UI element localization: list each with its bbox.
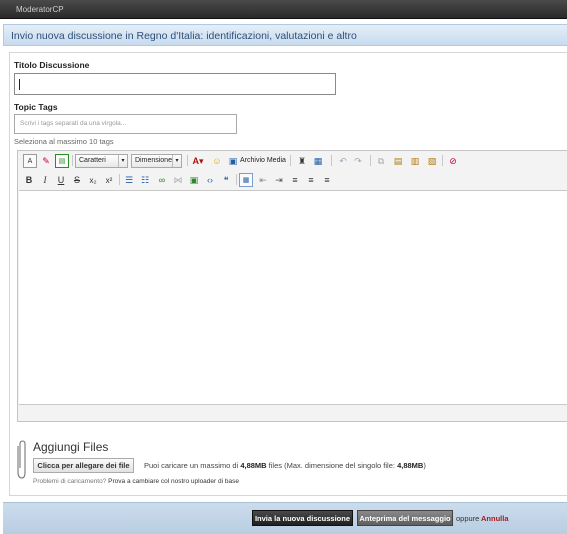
indent-icon[interactable]: ⇥ [272,173,286,187]
font-color-icon[interactable]: A▾ [191,154,205,168]
italic-icon[interactable]: I [38,173,52,187]
tags-input[interactable]: Scrivi i tags separati da una virgola... [14,114,237,134]
page-title: Invio nuova discussione in Regno d'Itali… [11,30,357,42]
paste-word-icon[interactable]: ▧ [425,154,439,168]
chevron-down-icon: ▾ [172,155,181,167]
rich-text-editor: A ✎ ▤ Caratteri ▾ Dimensione ▾ A▾ ☺ ▣ Arch… [17,150,567,422]
quote-icon[interactable]: ❝ [219,173,233,187]
basic-uploader-link[interactable]: Prova a cambiare col nostro uploader di … [108,478,239,485]
smiley-icon[interactable]: ☺ [210,154,224,168]
table-icon[interactable]: ▦ [311,154,325,168]
link-icon[interactable]: ∞ [155,173,169,187]
editor-toolbar-top: A ✎ ▤ Caratteri ▾ Dimensione ▾ A▾ ☺ ▣ Arch… [18,151,567,170]
toolbar-separator [236,174,237,185]
media-icon[interactable]: ▣ [226,154,240,168]
bold-icon[interactable]: B [22,173,36,187]
numbered-list-icon[interactable]: ☰ [122,173,136,187]
align-right-icon[interactable]: ≡ [320,173,334,187]
size-select[interactable]: Dimensione ▾ [131,154,182,168]
remove-format-icon[interactable]: A [23,154,37,168]
editor-toolbar-bottom: B I U S x₂ x² ☰ ☷ ∞ ⋈ ▣ ‹› ❝ ▦ ⇤ ⇥ ≡ ≡ ≡ [18,171,567,190]
code-icon[interactable]: ♜ [295,154,309,168]
preview-button[interactable]: Anteprima del messaggio [357,510,453,526]
upload-problems-text: Problemi di caricamento? Prova a cambiar… [33,478,239,485]
tags-hint: Seleziona al massimo 10 tags [14,137,114,146]
toolbar-separator [187,155,188,166]
media-archive-button[interactable]: Archivio Media [240,157,286,164]
outdent-icon[interactable]: ⇤ [256,173,270,187]
toolbar-separator [119,174,120,185]
text-caret [19,79,20,90]
unlink-icon[interactable]: ⋈ [171,173,185,187]
strikethrough-icon[interactable]: S [70,173,84,187]
attach-files-button[interactable]: Clicca per allegare dei file [33,458,134,473]
superscript-icon[interactable]: x² [102,173,116,187]
table-insert-icon[interactable]: ▦ [239,173,253,187]
underline-icon[interactable]: U [54,173,68,187]
title-input[interactable] [14,73,336,95]
zoom-icon[interactable]: ⊘ [446,154,460,168]
tags-placeholder: Scrivi i tags separati da una virgola... [20,120,127,127]
submit-thread-button[interactable]: Invia la nuova discussione [252,510,353,526]
top-bar: ModeratorCP [0,0,567,19]
cancel-link[interactable]: Annulla [481,514,509,523]
toolbar-separator [72,155,73,166]
align-center-icon[interactable]: ≡ [304,173,318,187]
subscript-icon[interactable]: x₂ [86,173,100,187]
code-brackets-icon[interactable]: ‹› [203,173,217,187]
attachments-heading: Aggiungi Files [33,440,109,454]
redo-icon[interactable]: ↷ [351,154,365,168]
copy-icon[interactable]: ⧉ [374,154,388,168]
tags-label: Topic Tags [14,102,58,112]
message-body-textarea[interactable] [19,190,567,405]
bullet-list-icon[interactable]: ☷ [138,173,152,187]
switch-mode-icon[interactable]: ▤ [55,154,69,168]
form-header: Invio nuova discussione in Regno d'Itali… [3,24,567,46]
moderatorcp-link[interactable]: ModeratorCP [16,5,64,14]
image-icon[interactable]: ▣ [187,173,201,187]
or-text: oppure [456,514,480,523]
toolbar-separator [370,155,371,166]
paste-icon[interactable]: ▤ [391,154,405,168]
eraser-icon[interactable]: ✎ [39,154,53,168]
upload-limits-text: Puoi caricare un massimo di 4,88MB files… [144,461,426,470]
title-label: Titolo Discussione [14,60,90,70]
chevron-down-icon: ▾ [118,155,127,167]
toolbar-separator [442,155,443,166]
font-select[interactable]: Caratteri ▾ [75,154,128,168]
undo-icon[interactable]: ↶ [336,154,350,168]
align-left-icon[interactable]: ≡ [288,173,302,187]
toolbar-separator [290,155,291,166]
paperclip-icon [17,440,26,479]
paste-text-icon[interactable]: ▥ [408,154,422,168]
toolbar-separator [331,155,332,166]
